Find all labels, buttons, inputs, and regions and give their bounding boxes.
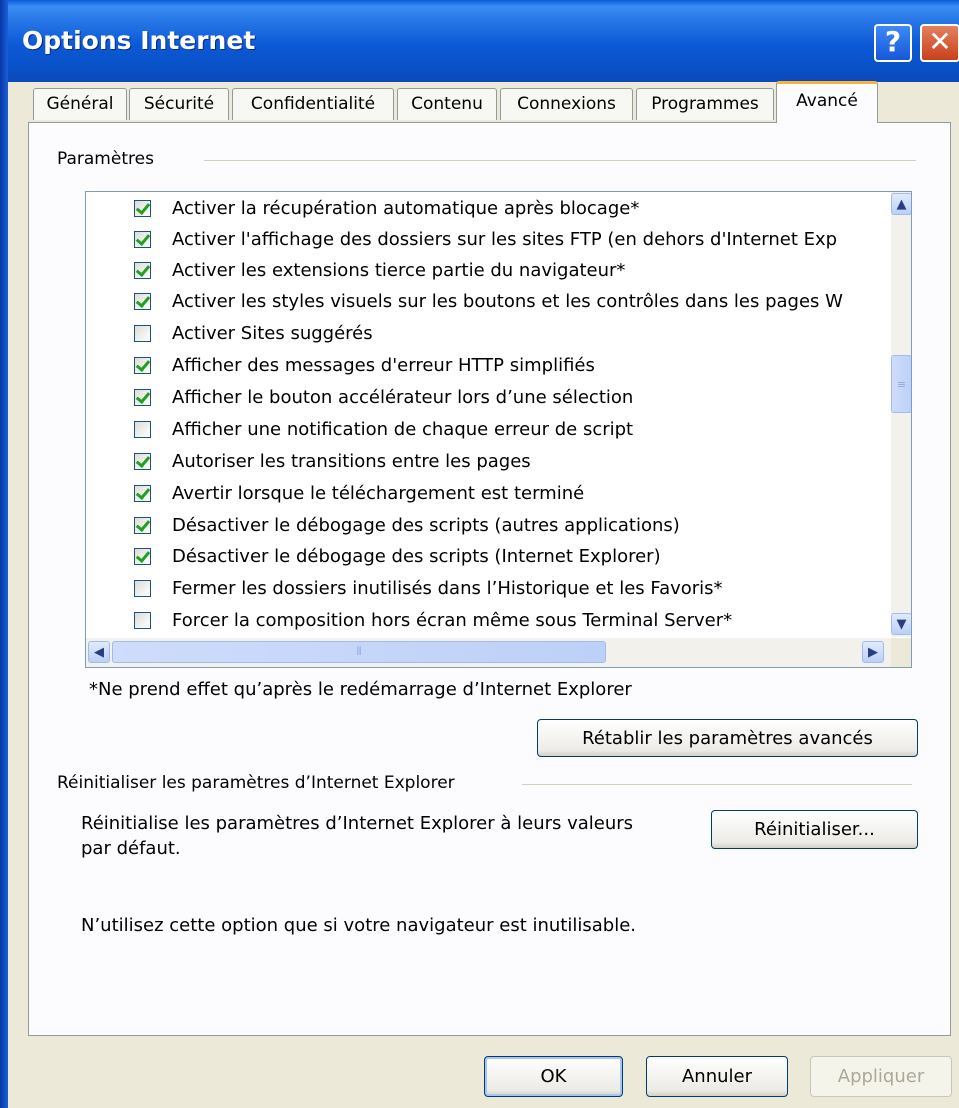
title-bar[interactable]: Options Internet ? ✕ [0,0,959,82]
list-item[interactable]: Activer les extensions tierce partie du … [134,255,625,285]
list-item-label: Activer la récupération automatique aprè… [172,197,640,219]
list-item[interactable]: Avertir lorsque le téléchargement est te… [134,478,584,508]
tab-connexions[interactable]: Connexions [500,88,633,120]
checkbox[interactable] [134,547,151,565]
vertical-scrollbar[interactable]: ▲ ≡ ▼ [891,192,911,637]
checkbox[interactable] [134,420,151,438]
list-item[interactable]: Désactiver le débogage des scripts (autr… [134,510,680,540]
list-item-label: Fermer les dossiers inutilisés dans l’Hi… [172,577,723,599]
list-item-label: Avertir lorsque le téléchargement est te… [172,482,585,504]
list-item[interactable]: Forcer la composition hors écran même so… [134,605,732,635]
settings-heading-rule [204,160,916,161]
list-item-label: Désactiver le débogage des scripts (Inte… [172,545,661,567]
cancel-button[interactable]: Annuler [646,1056,788,1097]
scroll-up-icon[interactable]: ▲ [891,193,911,215]
reset-description-cont: par défaut. [81,838,181,859]
list-item[interactable]: Afficher une notification de chaque erre… [134,414,633,444]
ok-button[interactable]: OK [484,1056,623,1097]
reset-description: Réinitialise les paramètres d’Internet E… [81,813,634,834]
settings-list[interactable]: Activer la récupération automatique aprè… [85,191,912,668]
tab-programmes[interactable]: Programmes [636,88,774,120]
list-item-label: Autoriser les transitions entre les page… [172,450,531,472]
scroll-down-icon[interactable]: ▼ [891,613,911,635]
checkbox[interactable] [134,516,151,534]
tab-securite[interactable]: Sécurité [129,88,229,120]
list-item-label: Activer les extensions tierce partie du … [172,259,626,281]
settings-heading: Paramètres [57,149,166,169]
list-item[interactable]: Autoriser les transitions entre les page… [134,446,531,476]
list-item-label: Désactiver le débogage des scripts (autr… [172,514,680,536]
list-item-label: Afficher des messages d'erreur HTTP simp… [172,354,595,376]
scrollbar-corner [891,638,911,667]
reset-button[interactable]: Réinitialiser... [711,810,918,849]
checkbox[interactable] [134,230,151,248]
checkbox[interactable] [134,484,151,502]
vertical-scroll-thumb[interactable]: ≡ [891,355,911,413]
checkbox[interactable] [134,452,151,470]
horizontal-scroll-thumb[interactable]: ⦀ [112,641,606,663]
list-item[interactable]: Activer l'affichage des dossiers sur les… [134,224,837,254]
apply-button[interactable]: Appliquer [810,1056,952,1097]
list-item[interactable]: Désactiver le débogage des scripts (Inte… [134,541,661,571]
tab-confidentialite[interactable]: Confidentialité [232,88,394,120]
list-item[interactable]: Activer Sites suggérés [134,318,373,348]
list-item[interactable]: Activer la récupération automatique aprè… [134,193,639,223]
list-item-label: Activer Sites suggérés [172,322,373,344]
list-item[interactable]: Afficher le bouton accélérateur lors d’u… [134,382,633,412]
scroll-right-icon[interactable]: ▶ [862,641,884,663]
list-item[interactable]: Fermer les dossiers inutilisés dans l’Hi… [134,573,723,603]
tab-contenu[interactable]: Contenu [397,88,497,120]
list-item-label: Afficher le bouton accélérateur lors d’u… [172,386,634,408]
advanced-tab-panel: Paramètres Activer la récupération autom… [28,122,951,1036]
checkbox[interactable] [134,324,151,342]
tab-general[interactable]: Général [33,88,127,120]
checkbox[interactable] [134,356,151,374]
restart-note: *Ne prend effet qu’après le redémarrage … [89,679,632,700]
checkbox[interactable] [134,388,151,406]
checkbox[interactable] [134,292,151,310]
restore-advanced-button[interactable]: Rétablir les paramètres avancés [537,719,918,757]
list-item-label: Activer l'affichage des dossiers sur les… [172,228,838,250]
checkbox[interactable] [134,579,151,597]
list-item-label: Afficher une notification de chaque erre… [172,418,634,440]
window-border [0,0,8,1108]
checkbox[interactable] [134,611,151,629]
checkbox[interactable] [134,199,151,217]
help-button[interactable]: ? [874,24,912,62]
reset-warning: N’utilisez cette option que si votre nav… [81,915,637,936]
horizontal-scrollbar[interactable]: ◀ ⦀ ▶ [86,638,891,667]
scroll-left-icon[interactable]: ◀ [88,641,110,663]
list-item[interactable]: Activer les styles visuels sur les bouto… [134,286,843,316]
close-button[interactable]: ✕ [920,24,959,62]
checkbox[interactable] [134,261,151,279]
list-item-label: Activer les styles visuels sur les bouto… [172,290,843,312]
reset-heading: Réinitialiser les paramètres d’Internet … [57,773,467,793]
window-title: Options Internet [22,26,256,55]
tab-avance[interactable]: Avancé [776,81,878,123]
reset-heading-rule [522,784,912,785]
list-item-label: Forcer la composition hors écran même so… [172,609,733,631]
list-item[interactable]: Afficher des messages d'erreur HTTP simp… [134,350,595,380]
